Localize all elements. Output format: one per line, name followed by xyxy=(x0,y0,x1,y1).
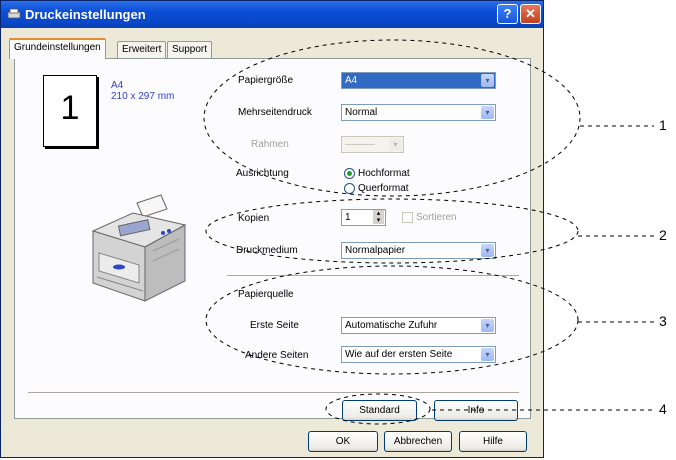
callout-overlay xyxy=(203,39,654,425)
callout-ellipse-3 xyxy=(205,265,579,375)
callout-ellipse-4 xyxy=(325,393,431,425)
tab-grundeinstellungen[interactable]: Grundeinstellungen xyxy=(9,38,106,59)
callout-number: 4 xyxy=(659,401,667,417)
callout-ellipse-1 xyxy=(203,39,581,197)
callout-number: 1 xyxy=(659,117,667,133)
callout-number: 2 xyxy=(659,227,667,243)
callout-ellipse-2 xyxy=(205,198,579,264)
callout-number: 3 xyxy=(659,313,667,329)
